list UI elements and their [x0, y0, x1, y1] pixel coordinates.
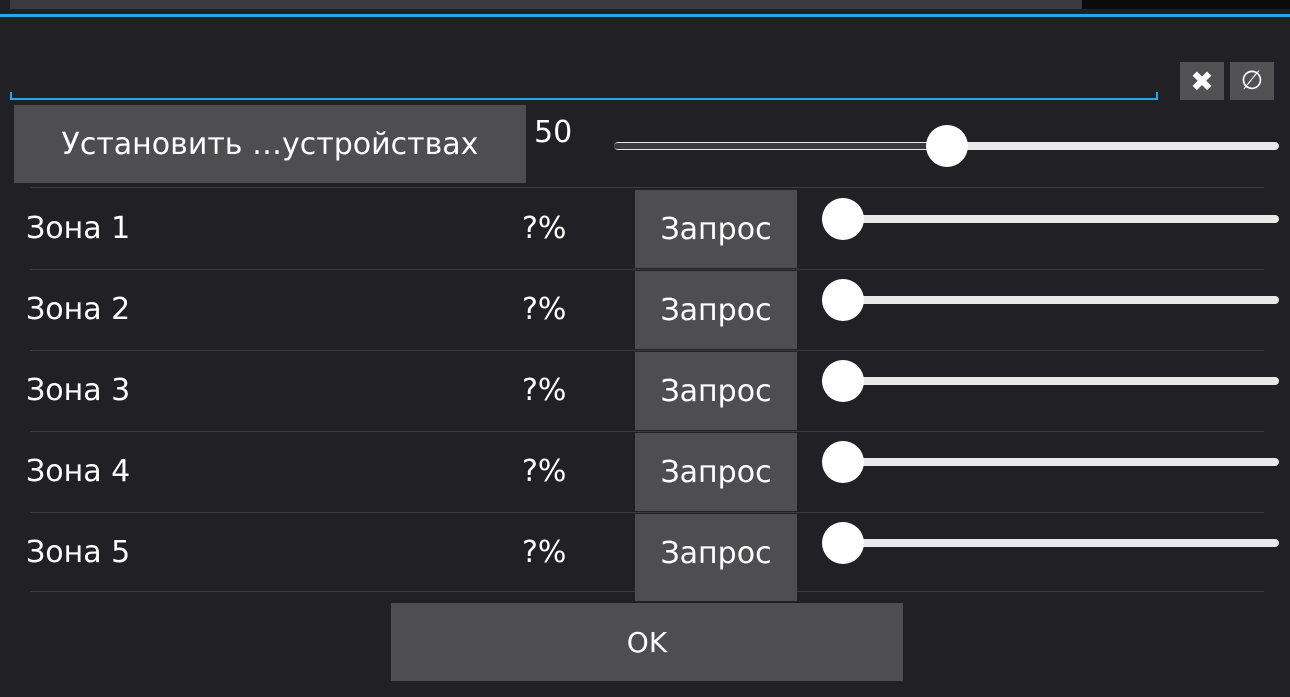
search-underline-tick-left [10, 92, 12, 100]
set-all-slider[interactable] [614, 125, 1279, 167]
slider-thumb[interactable] [822, 279, 864, 321]
zone-name: Зона 1 [26, 211, 131, 246]
zone-percent: ?% [522, 454, 567, 489]
row-divider [30, 269, 1264, 270]
zone-slider[interactable] [822, 279, 1279, 321]
accent-line [0, 14, 1290, 17]
slider-track [822, 539, 1279, 547]
close-icon: ✖ [1190, 64, 1214, 98]
slider-track [822, 215, 1279, 223]
zone-slider[interactable] [822, 522, 1279, 564]
slider-track [822, 377, 1279, 385]
search-underline [10, 98, 1158, 100]
zone-name: Зона 3 [26, 373, 131, 408]
zone-request-button[interactable]: Запрос [635, 433, 797, 511]
slider-fill [614, 143, 947, 149]
zone-name: Зона 2 [26, 292, 131, 327]
search-underline-tick-right [1156, 92, 1158, 100]
slider-thumb[interactable] [822, 198, 864, 240]
search-field[interactable] [10, 20, 1158, 100]
slider-thumb[interactable] [822, 360, 864, 402]
slider-thumb[interactable] [822, 522, 864, 564]
slider-thumb[interactable] [925, 125, 968, 167]
zone-request-label: Запрос [660, 535, 772, 571]
zone-slider[interactable] [822, 441, 1279, 483]
zone-percent: ?% [522, 373, 567, 408]
zone-request-button[interactable]: Запрос [635, 190, 797, 268]
zone-request-label: Запрос [660, 373, 772, 409]
empty-set-icon: ∅ [1240, 66, 1264, 96]
clear-button[interactable]: ✖ [1180, 62, 1224, 100]
zone-request-button[interactable]: Запрос [635, 514, 797, 592]
set-all-label: Установить …устройствах [61, 126, 479, 162]
zone-slider[interactable] [822, 360, 1279, 402]
zone-percent: ?% [522, 211, 567, 246]
row-divider [30, 431, 1264, 432]
zone-name: Зона 4 [26, 454, 131, 489]
empty-set-button[interactable]: ∅ [1230, 62, 1274, 100]
top-dark-region [1082, 0, 1290, 9]
ok-label: OK [626, 625, 668, 659]
row-divider [30, 187, 1264, 188]
window-top-strip [0, 0, 1290, 14]
zone-percent: ?% [522, 292, 567, 327]
zone-request-label: Запрос [660, 292, 772, 328]
set-all-value: 50 [534, 115, 573, 150]
search-input[interactable] [10, 20, 1158, 98]
ok-button[interactable]: OK [391, 603, 903, 681]
zone-request-label: Запрос [660, 211, 772, 247]
row-divider [30, 512, 1264, 513]
top-scroll-bar [10, 0, 1082, 9]
zone-slider[interactable] [822, 198, 1279, 240]
zone-request-label: Запрос [660, 454, 772, 490]
partial-request-button [635, 591, 797, 601]
set-all-button[interactable]: Установить …устройствах [14, 105, 526, 183]
slider-track [822, 458, 1279, 466]
zone-request-button[interactable]: Запрос [635, 271, 797, 349]
row-divider [30, 350, 1264, 351]
zone-request-button[interactable]: Запрос [635, 352, 797, 430]
zone-name: Зона 5 [26, 535, 131, 570]
slider-track [822, 296, 1279, 304]
zone-percent: ?% [522, 535, 567, 570]
slider-thumb[interactable] [822, 441, 864, 483]
